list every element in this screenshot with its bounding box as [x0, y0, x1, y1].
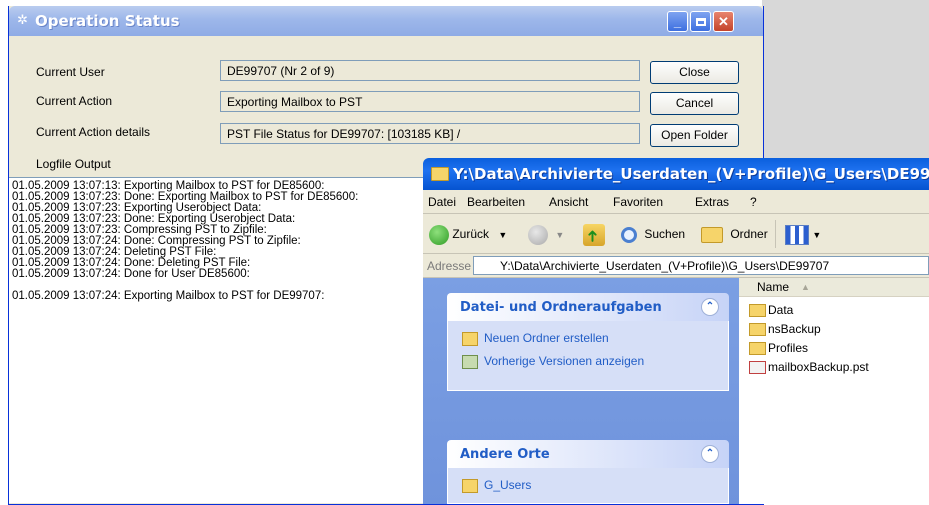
folder-icon [431, 167, 449, 181]
previous-versions-icon [462, 354, 478, 369]
file-item[interactable]: nsBackup [749, 322, 821, 337]
file-item[interactable]: Profiles [749, 341, 808, 356]
file-folder-tasks-title: Datei- und Ordneraufgaben [460, 300, 662, 315]
search-button[interactable]: Suchen [621, 222, 685, 246]
close-button[interactable]: Close [650, 61, 739, 84]
folders-label: Ordner [730, 227, 768, 241]
open-folder-button[interactable]: Open Folder [650, 124, 739, 147]
current-user-label: Current User [36, 65, 105, 79]
current-action-label: Current Action [36, 94, 113, 108]
file-folder-tasks-panel: Neuen Ordner erstellen Vorherige Version… [447, 321, 729, 391]
address-label: Adresse [427, 259, 472, 273]
back-label: Zurück [452, 227, 490, 241]
name-column-header[interactable]: Name ▲ [739, 278, 929, 297]
other-places-header[interactable]: Andere Orte ⌃ [447, 440, 729, 468]
views-icon [785, 224, 809, 245]
menu-ansicht[interactable]: Ansicht [549, 195, 588, 209]
close-window-button[interactable]: ✕ [713, 11, 734, 32]
other-places-panel: G_Users [447, 468, 729, 504]
file-item[interactable]: mailboxBackup.pst [749, 360, 869, 375]
views-button[interactable]: ▼ [785, 222, 821, 246]
logfile-output-label: Logfile Output [36, 157, 111, 171]
search-icon [621, 226, 637, 243]
status-window-titlebar[interactable]: ✲ Operation Status _ ✕ [9, 6, 763, 36]
app-icon: ✲ [17, 12, 28, 27]
task-pane: Datei- und Ordneraufgaben ⌃ Neuen Ordner… [423, 278, 739, 504]
forward-arrow-icon [528, 224, 548, 245]
folder-icon [749, 342, 766, 356]
current-user-field: DE99707 (Nr 2 of 9) [220, 60, 640, 81]
other-place-link[interactable]: G_Users [462, 478, 531, 493]
pst-file-icon [749, 361, 766, 375]
folder-icon [462, 478, 478, 493]
collapse-icon[interactable]: ⌃ [701, 298, 719, 316]
back-arrow-icon [429, 224, 449, 245]
chevron-down-icon: ▼ [555, 230, 565, 240]
current-action-details-field: PST File Status for DE99707: [103185 KB]… [220, 123, 640, 144]
folder-icon [749, 304, 766, 318]
new-folder-icon [462, 331, 478, 346]
new-folder-link[interactable]: Neuen Ordner erstellen [462, 331, 609, 346]
chevron-down-icon: ▼ [812, 230, 822, 240]
file-list: Name ▲ Data nsBackup Profiles mailboxBac… [739, 278, 929, 504]
background-strip [0, 0, 8, 504]
folders-icon [701, 226, 723, 243]
menu-favoriten[interactable]: Favoriten [613, 195, 663, 209]
previous-versions-link[interactable]: Vorherige Versionen anzeigen [462, 354, 644, 369]
cancel-button[interactable]: Cancel [650, 92, 739, 115]
toolbar: Zurück ▼ ▼ Suchen Ordner ▼ [423, 214, 929, 254]
desktop-background [762, 0, 929, 160]
search-label: Suchen [644, 227, 686, 241]
menu-help[interactable]: ? [750, 195, 757, 209]
address-field[interactable]: Y:\Data\Archivierte_Userdaten_(V+Profile… [473, 256, 929, 275]
other-places-title: Andere Orte [460, 447, 550, 462]
menu-extras[interactable]: Extras [695, 195, 729, 209]
explorer-title: Y:\Data\Archivierte_Userdaten_(V+Profile… [453, 165, 929, 183]
menu-bearbeiten[interactable]: Bearbeiten [467, 195, 525, 209]
maximize-icon [695, 18, 706, 26]
explorer-titlebar[interactable]: Y:\Data\Archivierte_Userdaten_(V+Profile… [423, 158, 929, 190]
menu-bar: Datei Bearbeiten Ansicht Favoriten Extra… [423, 190, 929, 214]
toolbar-separator [775, 220, 776, 248]
maximize-button[interactable] [690, 11, 711, 32]
current-action-details-label: Current Action details [36, 125, 151, 139]
menu-datei[interactable]: Datei [428, 195, 456, 209]
chevron-down-icon: ▼ [498, 230, 508, 240]
minimize-button[interactable]: _ [667, 11, 688, 32]
collapse-icon[interactable]: ⌃ [701, 445, 719, 463]
back-button[interactable]: Zurück ▼ [429, 222, 507, 246]
sort-arrow-icon: ▲ [801, 282, 810, 292]
explorer-window: Y:\Data\Archivierte_Userdaten_(V+Profile… [423, 158, 929, 504]
file-folder-tasks-header[interactable]: Datei- und Ordneraufgaben ⌃ [447, 293, 729, 321]
current-action-field: Exporting Mailbox to PST [220, 91, 640, 112]
window-title: Operation Status [35, 12, 180, 30]
up-folder-icon [583, 223, 605, 246]
file-item[interactable]: Data [749, 303, 793, 318]
folders-button[interactable]: Ordner [701, 222, 768, 246]
address-bar: Adresse Y:\Data\Archivierte_Userdaten_(V… [423, 254, 929, 278]
folder-icon [749, 323, 766, 337]
up-folder-button[interactable] [583, 222, 605, 246]
forward-button[interactable]: ▼ [528, 222, 564, 246]
